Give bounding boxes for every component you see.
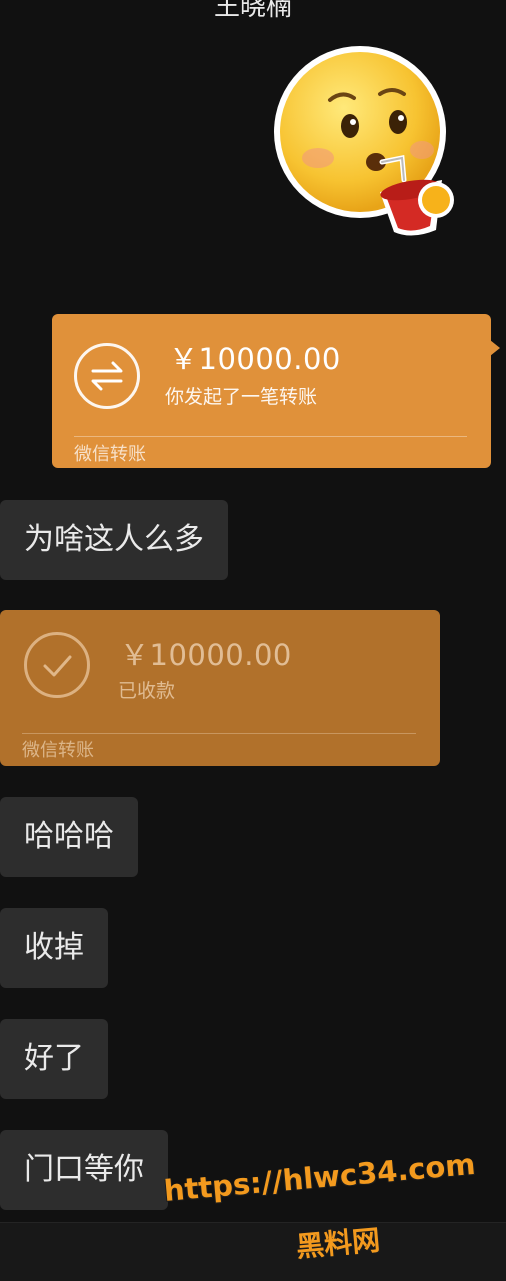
sipping-drink-emoji-icon: [274, 46, 454, 236]
transfer-amount: ￥10000.00: [120, 638, 292, 672]
sticker-message[interactable]: [272, 40, 462, 240]
divider: [22, 733, 416, 734]
transfer-status: 你发起了一笔转账: [165, 386, 318, 408]
transfer-footer-label: 微信转账: [22, 740, 94, 761]
transfer-footer-label: 微信转账: [74, 444, 146, 465]
watermark-url: https://hlwc34.com: [162, 1146, 477, 1208]
watermark-name: 黑料网: [294, 1223, 382, 1264]
checkmark-icon: [24, 632, 90, 698]
message-bubble[interactable]: 哈哈哈: [0, 797, 138, 877]
message-bubble[interactable]: 为啥这人么多: [0, 500, 228, 580]
transfer-card-received[interactable]: ￥10000.00 已收款 微信转账: [0, 610, 440, 766]
message-bubble[interactable]: 好了: [0, 1019, 108, 1099]
transfer-arrows-icon: [74, 343, 140, 409]
transfer-card-sent[interactable]: ￥10000.00 你发起了一笔转账 微信转账: [52, 314, 500, 468]
chat-title: 王晓楠: [213, 0, 292, 22]
message-bubble[interactable]: 门口等你: [0, 1130, 168, 1210]
divider: [74, 436, 467, 437]
message-bubble[interactable]: 收掉: [0, 908, 108, 988]
input-bar[interactable]: [0, 1222, 506, 1281]
transfer-amount: ￥10000.00: [169, 342, 341, 376]
transfer-status: 已收款: [118, 680, 176, 702]
